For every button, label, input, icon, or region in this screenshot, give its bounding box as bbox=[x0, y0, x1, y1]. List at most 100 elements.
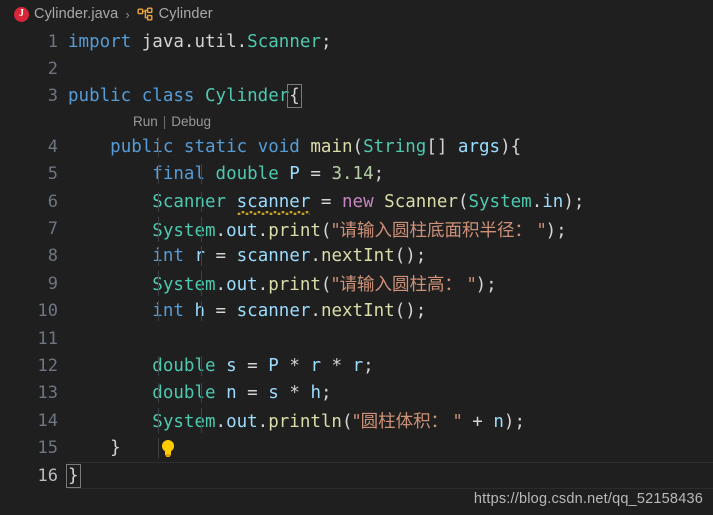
token-keyword-public-3: public bbox=[68, 86, 132, 107]
line-number: 12 bbox=[37, 355, 58, 376]
token-equals-6: = bbox=[320, 191, 332, 212]
indent-guide bbox=[201, 164, 202, 185]
token-paren-open-9: ( bbox=[320, 275, 332, 296]
token-var-r-8: r bbox=[194, 246, 205, 267]
codelens-separator: | bbox=[162, 114, 167, 130]
code-text-line-5[interactable]: final double P = 3.14; bbox=[68, 164, 713, 185]
token-brace-open-3: { bbox=[287, 84, 302, 109]
token-pkg-util: util bbox=[194, 31, 237, 52]
token-brace-open-4: { bbox=[510, 136, 522, 157]
token-string-height-prompt: "请输入圆柱高： " bbox=[331, 275, 476, 296]
token-type-system-14: System bbox=[152, 412, 216, 433]
code-line-4[interactable]: 4 public static void main(String[] args)… bbox=[0, 133, 713, 160]
token-dot-1: . bbox=[183, 31, 195, 52]
quick-fix-lightbulb-icon[interactable] bbox=[160, 440, 176, 460]
token-var-P-12: P bbox=[268, 355, 279, 376]
token-star-12b: * bbox=[331, 355, 343, 376]
code-line-9[interactable]: 9 System.out.print("请输入圆柱高： "); bbox=[0, 270, 713, 297]
token-var-h-13: h bbox=[310, 383, 321, 404]
token-number-pi: 3.14 bbox=[331, 164, 374, 185]
code-text-line-9[interactable]: System.out.print("请输入圆柱高： "); bbox=[68, 271, 713, 297]
token-semicolon-8: ; bbox=[415, 246, 427, 267]
indent-guide bbox=[201, 216, 202, 242]
code-line-14[interactable]: 14 System.out.println("圆柱体积： " + n); bbox=[0, 407, 713, 434]
indent-guide bbox=[201, 355, 202, 376]
line-number: 10 bbox=[37, 301, 58, 322]
indent-guide bbox=[158, 383, 159, 404]
code-line-8[interactable]: 8 int r = scanner.nextInt(); bbox=[0, 243, 713, 270]
token-star-13: * bbox=[289, 383, 300, 404]
token-brackets-4: [] bbox=[426, 136, 448, 157]
token-star-12a: * bbox=[289, 355, 300, 376]
token-paren-close-9: ) bbox=[475, 275, 487, 296]
code-editor: J Cylinder.java › Cylinder 1 import java… bbox=[0, 0, 713, 515]
code-text-line-7[interactable]: System.out.print("请输入圆柱底面积半径： "); bbox=[68, 216, 713, 242]
token-field-in: in bbox=[542, 191, 564, 212]
token-function-print-7: print bbox=[268, 220, 321, 241]
code-text-line-14[interactable]: System.out.println("圆柱体积： " + n); bbox=[68, 408, 713, 434]
token-space-3a bbox=[131, 86, 142, 106]
token-dot-6: . bbox=[531, 191, 543, 212]
code-text-line-3[interactable]: public class Cylinder{ bbox=[68, 84, 713, 109]
code-line-2[interactable]: 2 bbox=[0, 55, 713, 82]
line-number: 7 bbox=[47, 219, 58, 240]
token-dot-8: . bbox=[310, 246, 321, 267]
token-function-print-9: print bbox=[268, 275, 321, 296]
code-line-7[interactable]: 7 System.out.print("请输入圆柱底面积半径： "); bbox=[0, 215, 713, 242]
token-pkg-java: java bbox=[141, 31, 184, 52]
codelens-debug-link[interactable]: Debug bbox=[171, 114, 211, 129]
token-field-out-14: out bbox=[226, 412, 258, 433]
code-text-line-4[interactable]: public static void main(String[] args){ bbox=[68, 136, 713, 157]
token-type-double-13: double bbox=[152, 383, 216, 404]
code-text-line-8[interactable]: int r = scanner.nextInt(); bbox=[68, 246, 713, 267]
code-line-12[interactable]: 12 double s = P * r * r; bbox=[0, 352, 713, 379]
class-symbol-icon bbox=[137, 7, 154, 22]
line-number: 9 bbox=[47, 273, 58, 294]
token-type-double-5: double bbox=[215, 164, 279, 185]
codelens-run-link[interactable]: Run bbox=[133, 114, 158, 129]
token-type-scanner-import: Scanner bbox=[247, 31, 321, 52]
code-line-16[interactable]: 16 } bbox=[0, 461, 713, 490]
indent-guide bbox=[158, 271, 159, 297]
breadcrumb-item-file[interactable]: J Cylinder.java bbox=[14, 6, 118, 22]
token-type-system-7: System bbox=[152, 220, 216, 241]
token-function-println-14: println bbox=[268, 412, 342, 433]
token-paren-open-7: ( bbox=[320, 220, 332, 241]
line-number: 6 bbox=[47, 191, 58, 212]
code-text-line-1[interactable]: import java.util.Scanner; bbox=[68, 32, 713, 52]
code-text-line-16[interactable]: } bbox=[66, 463, 713, 488]
line-number: 2 bbox=[47, 59, 58, 80]
token-space-3b bbox=[194, 86, 205, 106]
token-paren-open-14: ( bbox=[341, 412, 353, 433]
code-line-11[interactable]: 11 bbox=[0, 325, 713, 352]
breadcrumb-item-class[interactable]: Cylinder bbox=[137, 6, 213, 22]
code-text-line-10[interactable]: int h = scanner.nextInt(); bbox=[68, 301, 713, 322]
token-paren-open-4: ( bbox=[352, 136, 364, 157]
token-paren-close-4: ) bbox=[500, 136, 511, 157]
token-paren-close-14: ) bbox=[503, 412, 515, 433]
token-var-scanner-warning: scanner bbox=[236, 191, 311, 212]
code-line-15[interactable]: 15 } bbox=[0, 434, 713, 461]
code-text-line-12[interactable]: double s = P * r * r; bbox=[68, 355, 713, 376]
watermark-url: https://blog.csdn.net/qq_52158436 bbox=[473, 491, 703, 507]
code-line-5[interactable]: 5 final double P = 3.14; bbox=[0, 161, 713, 188]
token-semicolon-10: ; bbox=[415, 301, 427, 322]
code-content[interactable]: 1 import java.util.Scanner; 2 3 public c… bbox=[0, 28, 713, 515]
code-line-10[interactable]: 10 int h = scanner.nextInt(); bbox=[0, 298, 713, 325]
code-line-13[interactable]: 13 double n = s * h; bbox=[0, 380, 713, 407]
indent-guide bbox=[158, 191, 159, 212]
token-plus-14: + bbox=[472, 412, 483, 433]
token-dot-14b: . bbox=[257, 412, 269, 433]
token-parens-8: () bbox=[394, 246, 416, 267]
token-type-system-6: System bbox=[468, 191, 532, 212]
token-semicolon-12: ; bbox=[363, 355, 374, 376]
code-text-line-15[interactable]: } bbox=[68, 438, 713, 460]
token-parens-10: () bbox=[394, 301, 416, 322]
code-line-3[interactable]: 3 public class Cylinder{ bbox=[0, 83, 713, 110]
code-text-line-13[interactable]: double n = s * h; bbox=[68, 383, 713, 404]
line-number-active: 16 bbox=[37, 465, 58, 486]
indent-guide bbox=[201, 191, 202, 212]
code-text-line-6[interactable]: Scanner scanner = new Scanner(System.in)… bbox=[68, 191, 713, 212]
code-line-1[interactable]: 1 import java.util.Scanner; bbox=[0, 28, 713, 55]
code-line-6[interactable]: 6 Scanner scanner = new Scanner(System.i… bbox=[0, 188, 713, 215]
